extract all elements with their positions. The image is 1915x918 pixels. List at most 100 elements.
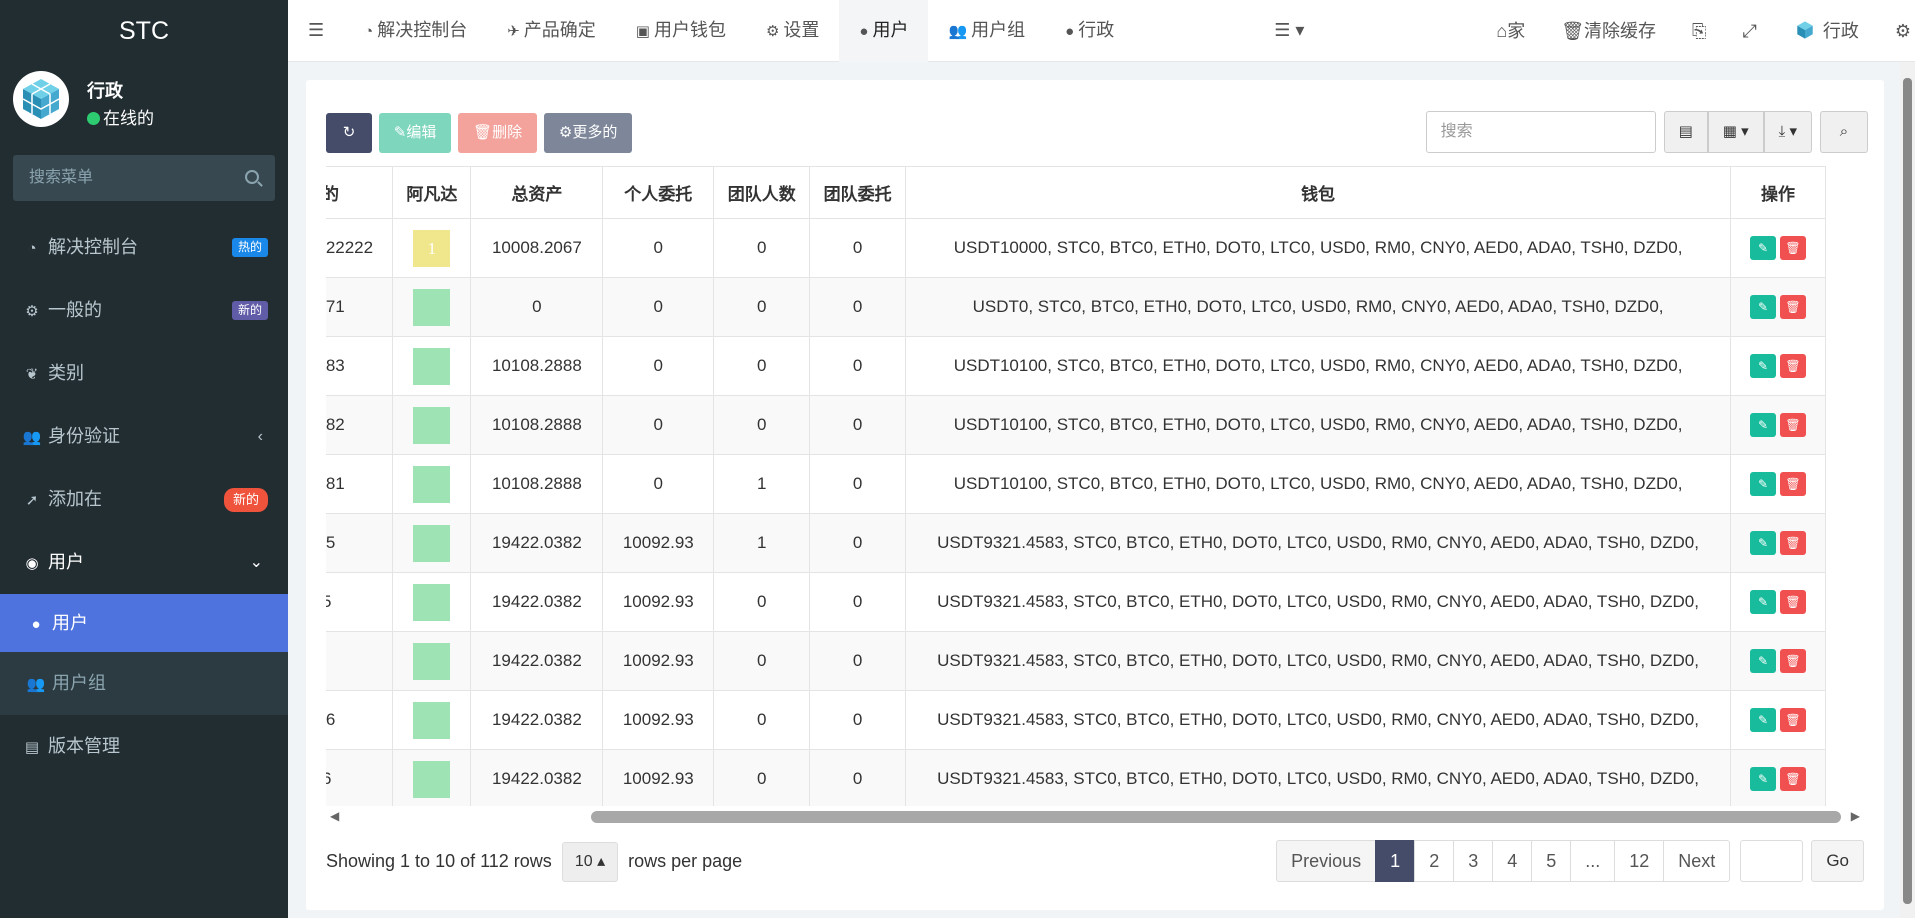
edit-row-button[interactable]: ✎: [1750, 767, 1776, 791]
delete-row-button[interactable]: 🗑: [1780, 472, 1806, 496]
cell-total-assets: 19422.0382: [470, 690, 604, 750]
delete-row-button[interactable]: 🗑: [1780, 295, 1806, 319]
page-1[interactable]: 1: [1375, 840, 1416, 882]
scroll-right-icon[interactable]: ▶: [1851, 809, 1860, 823]
table-row[interactable]: 222222222110008.2067000USDT10000, STC0, …: [326, 218, 1826, 278]
delete-button[interactable]: 🗑删除: [458, 113, 538, 153]
page-4[interactable]: 4: [1492, 840, 1533, 882]
settings-button[interactable]: ⚙: [1877, 0, 1915, 62]
col-header-total-assets[interactable]: 总资产: [470, 166, 604, 219]
tab-wallet[interactable]: ▣ 用户钱包: [616, 0, 746, 62]
refresh-button[interactable]: ↻: [326, 113, 372, 153]
table-row[interactable]: 6066619422.038210092.9300USDT9321.4583, …: [326, 690, 1826, 750]
cell-wallet: USDT9321.4583, STC0, BTC0, ETH0, DOT0, L…: [905, 572, 1731, 632]
sidebar-item-version[interactable]: ▤ 版本管理: [0, 715, 288, 778]
fullscreen-button[interactable]: ⤢: [1724, 0, 1774, 62]
avatar: [413, 465, 451, 503]
sidebar-item-label: 用户: [48, 552, 84, 572]
delete-row-button[interactable]: 🗑: [1780, 236, 1806, 260]
page-size-select[interactable]: 10 ▴: [561, 842, 619, 883]
tab-user[interactable]: ● 用户: [839, 0, 929, 62]
scroll-thumb[interactable]: [591, 811, 1841, 823]
sidebar-item-general[interactable]: ⚙ 一般的 新的: [0, 279, 288, 342]
delete-row-button[interactable]: 🗑: [1780, 649, 1806, 673]
sidebar-item-auth[interactable]: 👥 身份验证 ‹: [0, 405, 288, 468]
col-header-avatar[interactable]: 阿凡达: [392, 166, 472, 219]
menu-toggle[interactable]: ☰: [288, 0, 344, 62]
toggle-view-button[interactable]: ▤: [1663, 111, 1708, 153]
app-logo[interactable]: STC: [0, 0, 288, 62]
vertical-scrollbar[interactable]: [1900, 62, 1915, 918]
col-header-mobile[interactable]: 移动的: [326, 166, 394, 219]
page-5[interactable]: 5: [1531, 840, 1572, 882]
sidebar-item-category[interactable]: ❦ 类别: [0, 342, 288, 405]
delete-row-button[interactable]: 🗑: [1780, 413, 1806, 437]
sidebar-item-user-group[interactable]: ◉ 用户 ⌄: [0, 531, 288, 594]
edit-row-button[interactable]: ✎: [1750, 413, 1776, 437]
sidebar-item-user[interactable]: ● 用户: [0, 594, 288, 652]
edit-row-button[interactable]: ✎: [1750, 354, 1776, 378]
table-row[interactable]: -606619422.038210092.9300USDT9321.4583, …: [326, 749, 1826, 806]
search-icon[interactable]: [245, 170, 259, 184]
avatar: [413, 583, 451, 621]
user-circle-icon: ◉: [25, 555, 39, 572]
col-header-wallet[interactable]: 钱包: [905, 166, 1731, 219]
delete-row-button[interactable]: 🗑: [1780, 354, 1806, 378]
table-row[interactable]: 21388310108.2888000USDT10100, STC0, BTC0…: [326, 336, 1826, 396]
cell-total-assets: 0: [470, 277, 604, 337]
edit-row-button[interactable]: ✎: [1750, 649, 1776, 673]
col-header-team-count[interactable]: 团队人数: [713, 166, 811, 219]
table-row[interactable]: +60519422.038210092.9300USDT9321.4583, S…: [326, 631, 1826, 691]
edit-row-button[interactable]: ✎: [1750, 590, 1776, 614]
sidebar-item-addon[interactable]: ➚ 添加在 新的: [0, 468, 288, 531]
vertical-scroll-thumb[interactable]: [1903, 78, 1912, 904]
sidebar-search-input[interactable]: 搜索菜单: [13, 155, 275, 201]
more-button[interactable]: ⚙更多的: [543, 113, 633, 153]
edit-row-button[interactable]: ✎: [1750, 708, 1776, 732]
col-header-team-commission[interactable]: 团队委托: [809, 166, 907, 219]
tab-product[interactable]: ✈ 产品确定: [487, 0, 616, 62]
clear-cache-button[interactable]: 🗑清除缓存: [1543, 0, 1674, 62]
edit-row-button[interactable]: ✎: [1750, 295, 1776, 319]
delete-row-button[interactable]: 🗑: [1780, 708, 1806, 732]
home-link[interactable]: ⌂家: [1478, 0, 1543, 62]
delete-row-button[interactable]: 🗑: [1780, 590, 1806, 614]
page-prev[interactable]: Previous: [1276, 840, 1377, 882]
delete-row-button[interactable]: 🗑: [1780, 531, 1806, 555]
page-next[interactable]: Next: [1663, 840, 1731, 882]
admin-menu[interactable]: 行政: [1775, 0, 1877, 62]
tab-admin[interactable]: ● 行政: [1045, 0, 1134, 62]
cell-team-commission: 0: [809, 336, 907, 396]
table-row[interactable]: 60555 19422.038210092.9310USDT9321.4583, …: [326, 513, 1826, 573]
cell-actions: ✎ 🗑: [1730, 690, 1826, 750]
scroll-left-icon[interactable]: ◀: [330, 809, 339, 823]
tab-dashboard[interactable]: ◔ 解决控制台: [344, 0, 487, 62]
edit-button[interactable]: ✎编辑: [378, 113, 452, 153]
edit-row-button[interactable]: ✎: [1750, 236, 1776, 260]
sidebar-item-usergroup[interactable]: 👥 用户组: [0, 652, 288, 715]
edit-row-button[interactable]: ✎: [1750, 472, 1776, 496]
col-header-personal[interactable]: 个人委托: [602, 166, 715, 219]
page-3[interactable]: 3: [1453, 840, 1494, 882]
page-go-button[interactable]: Go: [1811, 840, 1864, 882]
table-row[interactable]: -605519422.038210092.9300USDT9321.4583, …: [326, 572, 1826, 632]
search-button[interactable]: ⌕: [1820, 111, 1868, 153]
page-2[interactable]: 2: [1414, 840, 1455, 882]
table-row[interactable]: 21388110108.2888010USDT10100, STC0, BTC0…: [326, 454, 1826, 514]
export-button[interactable]: ⤓ ▾: [1763, 111, 1812, 153]
columns-button[interactable]: ▦ ▾: [1707, 111, 1764, 153]
language-button[interactable]: ⎘: [1674, 0, 1724, 62]
more-tabs-dropdown[interactable]: ☰ ▾: [1254, 0, 1324, 62]
sidebar-item-dashboard[interactable]: ◔ 解决控制台 热的: [0, 216, 288, 279]
tab-settings[interactable]: ⚙ 设置: [746, 0, 839, 62]
horizontal-scrollbar[interactable]: ◀ ▶: [326, 804, 1864, 828]
table-search-input[interactable]: 搜索: [1425, 111, 1656, 153]
table-row[interactable]: 21388210108.2888000USDT10100, STC0, BTC0…: [326, 395, 1826, 455]
page-jump-input[interactable]: [1740, 840, 1804, 882]
page-12[interactable]: 12: [1614, 840, 1665, 882]
edit-row-button[interactable]: ✎: [1750, 531, 1776, 555]
table-row[interactable]: 2137710000USDT0, STC0, BTC0, ETH0, DOT0,…: [326, 277, 1826, 337]
tab-usergroup[interactable]: 👥 用户组: [928, 0, 1045, 62]
delete-row-button[interactable]: 🗑: [1780, 767, 1806, 791]
user-name: 行政: [87, 81, 123, 101]
